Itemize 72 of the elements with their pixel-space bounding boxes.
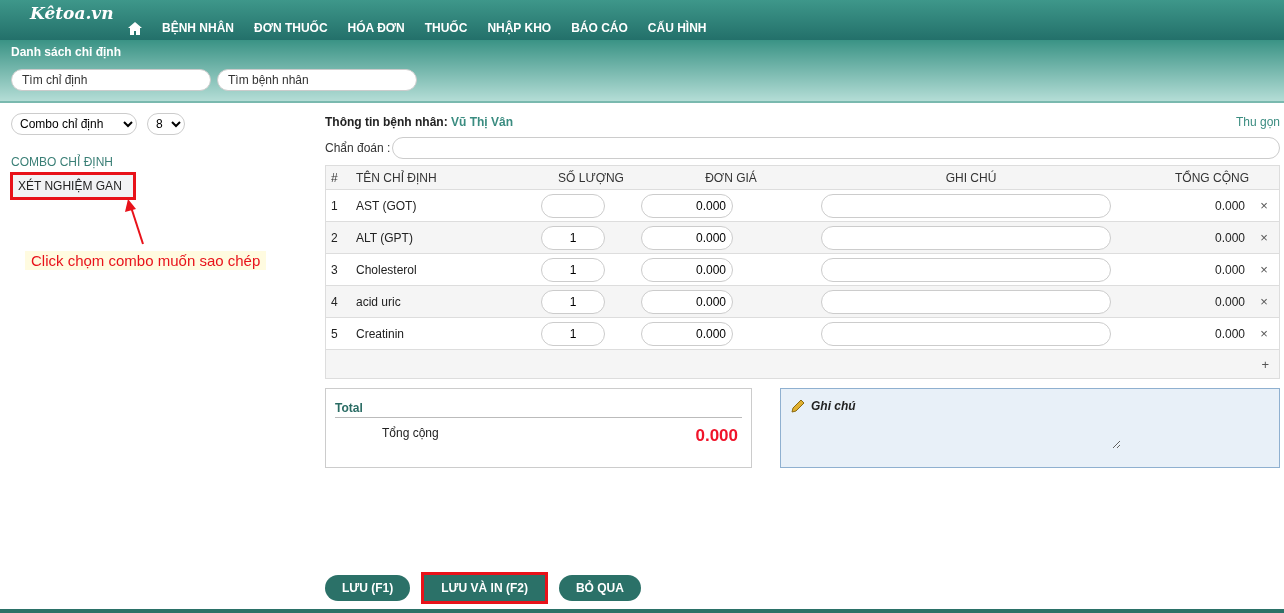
nav-link[interactable]: CẤU HÌNH [647,21,707,35]
price-field[interactable]: 0.000 [641,321,733,346]
note-field[interactable] [821,289,1111,314]
row-number: 1 [330,198,339,213]
test-name: acid uric [355,294,402,309]
pencil-icon [791,399,805,413]
note-field[interactable] [821,257,1111,282]
row-total: 0.000 [1213,294,1246,309]
annotation-note: Click chọm combo muốn sao chép [25,251,267,270]
test-name: Cholesterol [355,262,418,277]
home-icon[interactable] [128,21,142,35]
price-field[interactable]: 0.000 [641,225,733,250]
row-total: 0.000 [1213,262,1246,277]
price-field[interactable]: 0.000 [641,193,733,218]
note-title: Ghi chú [811,399,856,413]
row-number: 3 [330,262,339,277]
remove-button[interactable]: × [1249,261,1279,278]
test-name: ALT (GPT) [355,230,414,245]
price-field[interactable]: 0.000 [641,289,733,314]
search-field[interactable]: Tìm chỉ định [11,69,211,91]
note-field[interactable] [821,321,1111,346]
column-header: TÊN CHỈ ĐỊNH [355,170,438,185]
dropdown[interactable]: Combo chỉ định [11,113,137,135]
column-header: TỔNG CỘNG [1174,170,1249,185]
patient-label: Thông tin bệnh nhân: [325,115,448,129]
quantity-field[interactable]: 1 [541,257,605,282]
price-field[interactable]: 0.000 [641,257,733,282]
test-name: Creatinin [355,326,406,341]
diagnosis-label: Chẩn đoán : [325,141,391,155]
total-title: Total [335,401,742,418]
quantity-field[interactable]: 1 [541,225,605,250]
column-header: SỐ LƯỢNG [557,170,625,185]
remove-button[interactable]: × [1249,197,1279,214]
column-header: # [330,170,339,185]
nav-link[interactable]: ĐƠN THUỐC [254,21,328,35]
quantity-field[interactable]: 1 [541,289,605,314]
collapse-link[interactable]: Thu gọn [1235,115,1280,129]
quantity-field[interactable]: 1 [541,321,605,346]
remove-button[interactable]: × [1249,229,1279,246]
add-button[interactable]: + [1255,355,1275,373]
action-button[interactable]: LƯU (F1) [325,575,411,601]
section-heading: COMBO CHỈ ĐỊNH [11,155,114,169]
combo-item[interactable]: XÉT NGHIỆM GAN [11,173,135,199]
note-field[interactable] [821,225,1111,250]
remove-button[interactable]: × [1249,325,1279,342]
nav-link[interactable]: NHẬP KHO [487,21,552,35]
remove-button[interactable]: × [1249,293,1279,310]
total-value: 0.000 [695,426,738,446]
dropdown[interactable]: 8 [147,113,185,135]
row-total: 0.000 [1213,326,1246,341]
nav-link[interactable]: BỆNH NHÂN [162,21,234,35]
logo[interactable]: Kêtoa.vn [30,3,128,23]
row-number: 2 [330,230,339,245]
total-label: Tổng cộng [382,426,439,442]
diagnosis-field[interactable] [392,137,1280,159]
quantity-field[interactable] [541,193,605,218]
row-total: 0.000 [1213,230,1246,245]
action-button[interactable]: LƯU VÀ IN (F2) [424,575,545,601]
nav-link[interactable]: BÁO CÁO [571,21,628,35]
note-field[interactable] [821,193,1111,218]
row-number: 4 [330,294,339,309]
nav-link[interactable]: THUỐC [424,21,468,35]
column-header: ĐƠN GIÁ [704,170,758,185]
row-number: 5 [330,326,339,341]
search-field[interactable]: Tìm bệnh nhân [217,69,417,91]
row-total: 0.000 [1213,198,1246,213]
nav-link[interactable]: HÓA ĐƠN [347,21,405,35]
action-button[interactable]: BỎ QUA [558,575,641,601]
patient-name: Vũ Thị Vân [451,115,513,129]
test-name: AST (GOT) [355,198,418,213]
page-title: Danh sách chỉ định [11,45,122,59]
column-header: GHI CHÚ [944,170,998,185]
